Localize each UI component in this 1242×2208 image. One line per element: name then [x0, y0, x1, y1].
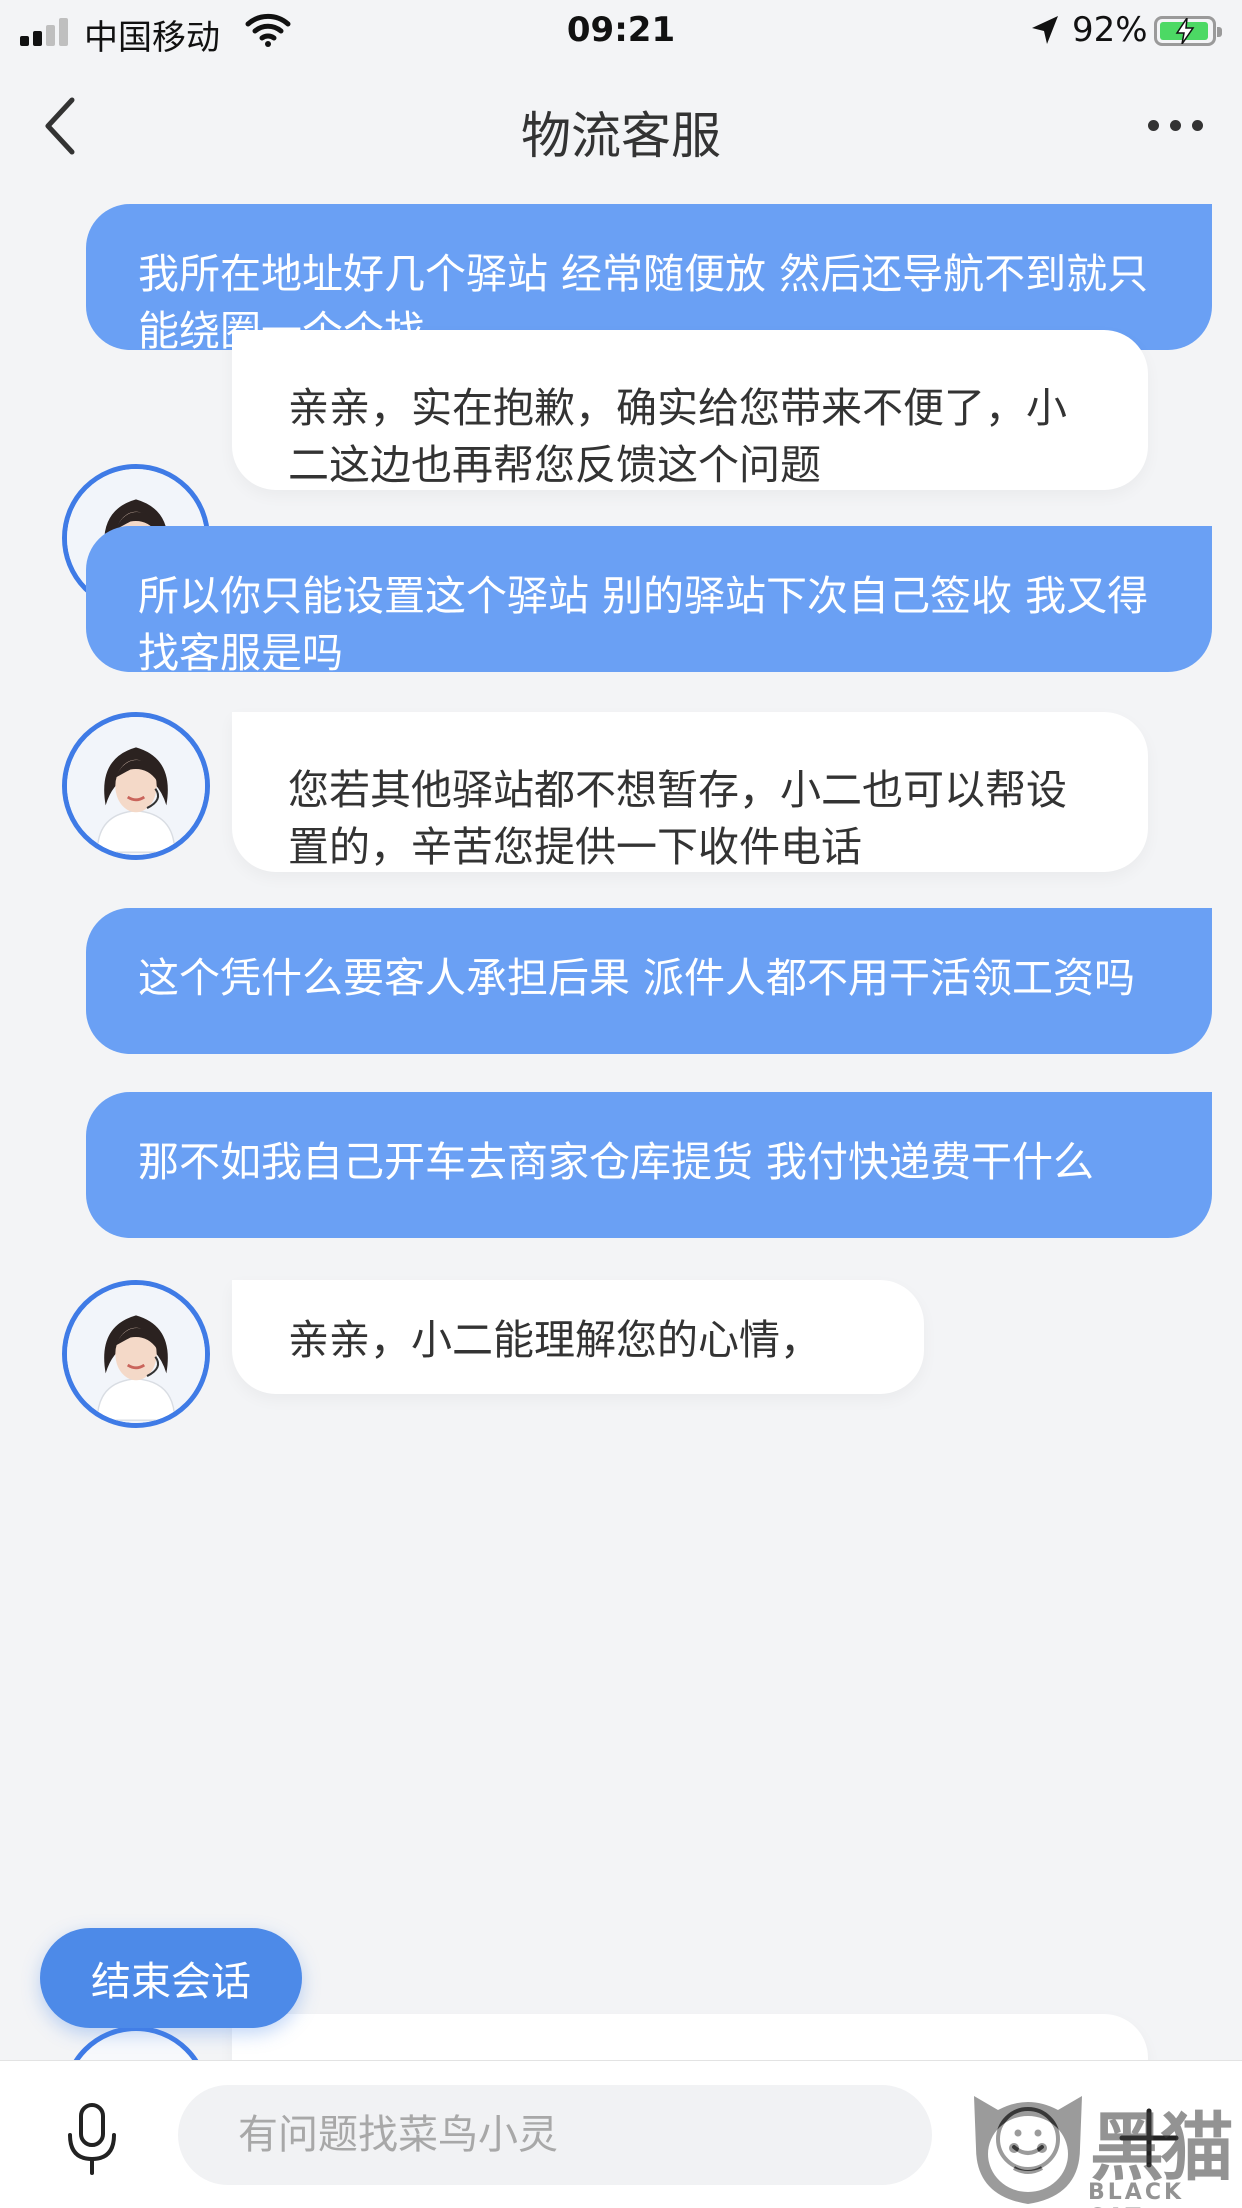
status-bar: 中国移动 09:21 92% — [0, 0, 1242, 64]
page-title: 物流客服 — [521, 107, 721, 165]
agent-avatar[interactable] — [62, 712, 210, 860]
agent-avatar-image — [67, 1285, 205, 1423]
message-incoming: 亲亲，小二能理解您的心情， — [232, 1280, 924, 1394]
chat-list[interactable]: 我所在地址好几个驿站 经常随便放 然后还导航不到就只能绕圈一个个找 亲亲，实在抱… — [0, 188, 1242, 2060]
message-incoming-partial — [232, 2014, 1148, 2060]
battery-percent: 92% — [1072, 10, 1148, 50]
more-icon[interactable] — [1148, 114, 1206, 138]
message-outgoing: 我所在地址好几个驿站 经常随便放 然后还导航不到就只能绕圈一个个找 — [86, 204, 1212, 355]
agent-avatar-image — [67, 717, 205, 855]
location-arrow-icon — [1032, 16, 1058, 44]
message-outgoing: 所以你只能设置这个驿站 别的驿站下次自己签收 我又得找客服是吗 — [86, 526, 1212, 677]
message-incoming: 亲亲，实在抱歉，确实给您带来不便了，小二这边也再帮您反馈这个问题 — [232, 330, 1148, 490]
message-outgoing: 这个凭什么要客人承担后果 派件人都不用干活领工资吗 — [86, 908, 1212, 1054]
message-incoming: 您若其他驿站都不想暂存，小二也可以帮设置的，辛苦您提供一下收件电话 — [232, 712, 1148, 872]
watermark-subtext: BLACK CAT — [1088, 2180, 1185, 2208]
battery-icon — [1154, 16, 1222, 46]
agent-avatar[interactable] — [62, 1280, 210, 1428]
mic-icon[interactable] — [64, 2103, 120, 2175]
message-input[interactable] — [178, 2085, 932, 2185]
end-session-button[interactable]: 结束会话 — [40, 1928, 302, 2028]
nav-bar: 物流客服 — [0, 64, 1242, 188]
message-outgoing: 那不如我自己开车去商家仓库提货 我付快递费干什么 — [86, 1092, 1212, 1238]
agent-avatar[interactable] — [62, 2026, 210, 2060]
watermark-text: 黑猫 — [1090, 2105, 1234, 2191]
